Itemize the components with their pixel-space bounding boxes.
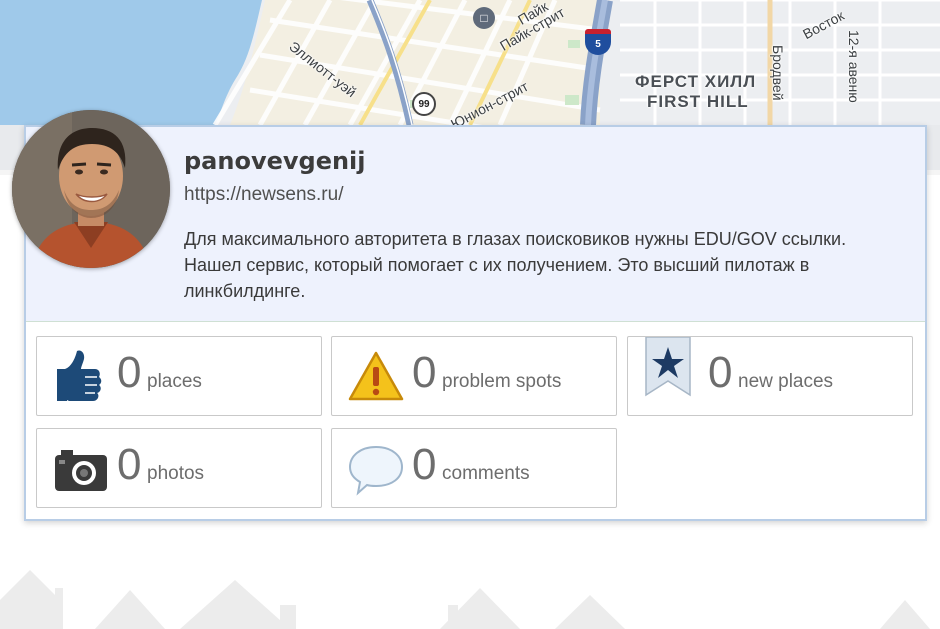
comments-count: 0 (412, 440, 437, 489)
new-places-label: new places (738, 371, 834, 392)
bus-stop-icon[interactable]: □ (473, 7, 495, 29)
places-label: places (147, 371, 202, 392)
star-bookmark-icon (645, 337, 691, 397)
user-bio: Для максимального авторитета в глазах по… (184, 229, 847, 301)
map-label-first-hill-ru: ФЕРСТ ХИЛЛ (635, 72, 757, 91)
skyline-decoration (0, 570, 930, 629)
new-places-count: 0 (708, 348, 733, 397)
problem-spots-count: 0 (412, 348, 437, 397)
stat-new-places[interactable]: 0 new places (627, 336, 913, 416)
map-label-first-hill-en: FIRST HILL (647, 92, 749, 111)
profile-card: panovevgenij https://newsens.ru/ Для мак… (12, 110, 927, 521)
map-label-12th-ave: 12-я авеню (846, 30, 862, 103)
interstate-5-shield: 5 (585, 29, 611, 55)
places-count: 0 (117, 348, 142, 397)
user-photo (12, 110, 170, 268)
problem-spots-label: problem spots (442, 371, 562, 392)
map-label-broadway: Бродвей (770, 45, 786, 101)
stat-photos[interactable]: 0 photos (36, 428, 322, 508)
avatar[interactable] (12, 110, 170, 268)
speech-bubble-icon (348, 445, 404, 496)
profile-header: panovevgenij https://newsens.ru/ Для мак… (12, 110, 925, 322)
stat-comments[interactable]: 0 comments (331, 428, 617, 508)
stat-places[interactable]: 0 places (36, 336, 322, 416)
username: panovevgenij (184, 147, 366, 175)
stat-problem-spots[interactable]: 0 problem spots (331, 336, 617, 416)
website-link[interactable]: https://newsens.ru/ (184, 184, 343, 206)
camera-icon (55, 450, 107, 491)
route-99-shield: 99 (412, 92, 436, 116)
thumbs-up-icon (57, 350, 102, 401)
photos-count: 0 (117, 440, 142, 489)
comments-label: comments (442, 463, 530, 484)
warning-icon (348, 351, 404, 401)
photos-label: photos (147, 463, 205, 484)
